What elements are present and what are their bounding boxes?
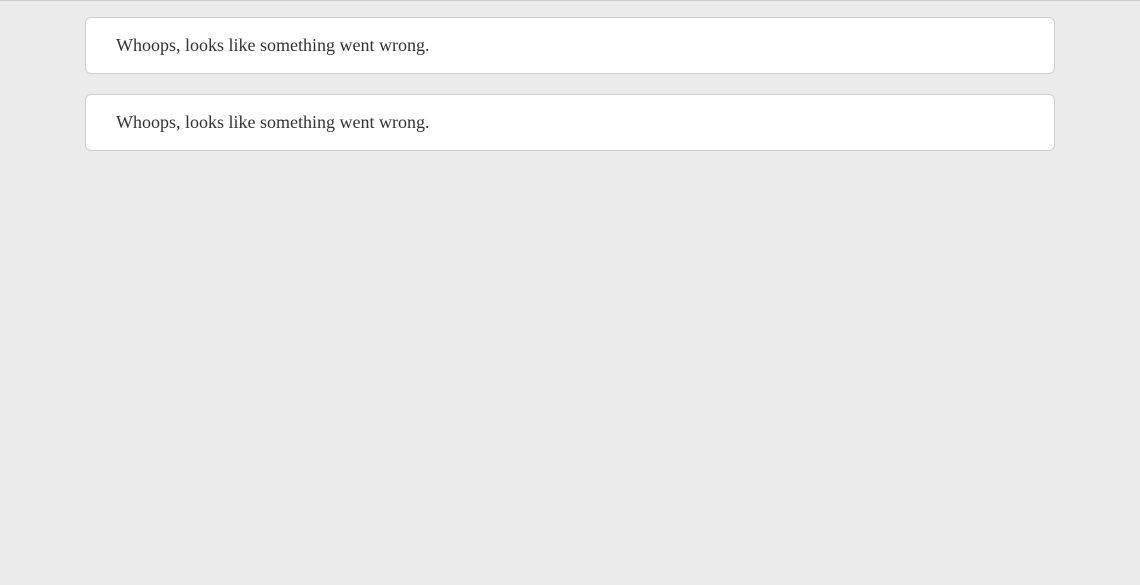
error-box: Whoops, looks like something went wrong. xyxy=(85,94,1055,151)
error-message: Whoops, looks like something went wrong. xyxy=(116,110,1024,135)
error-container: Whoops, looks like something went wrong.… xyxy=(85,1,1055,151)
error-box: Whoops, looks like something went wrong. xyxy=(85,17,1055,74)
error-message: Whoops, looks like something went wrong. xyxy=(116,33,1024,58)
